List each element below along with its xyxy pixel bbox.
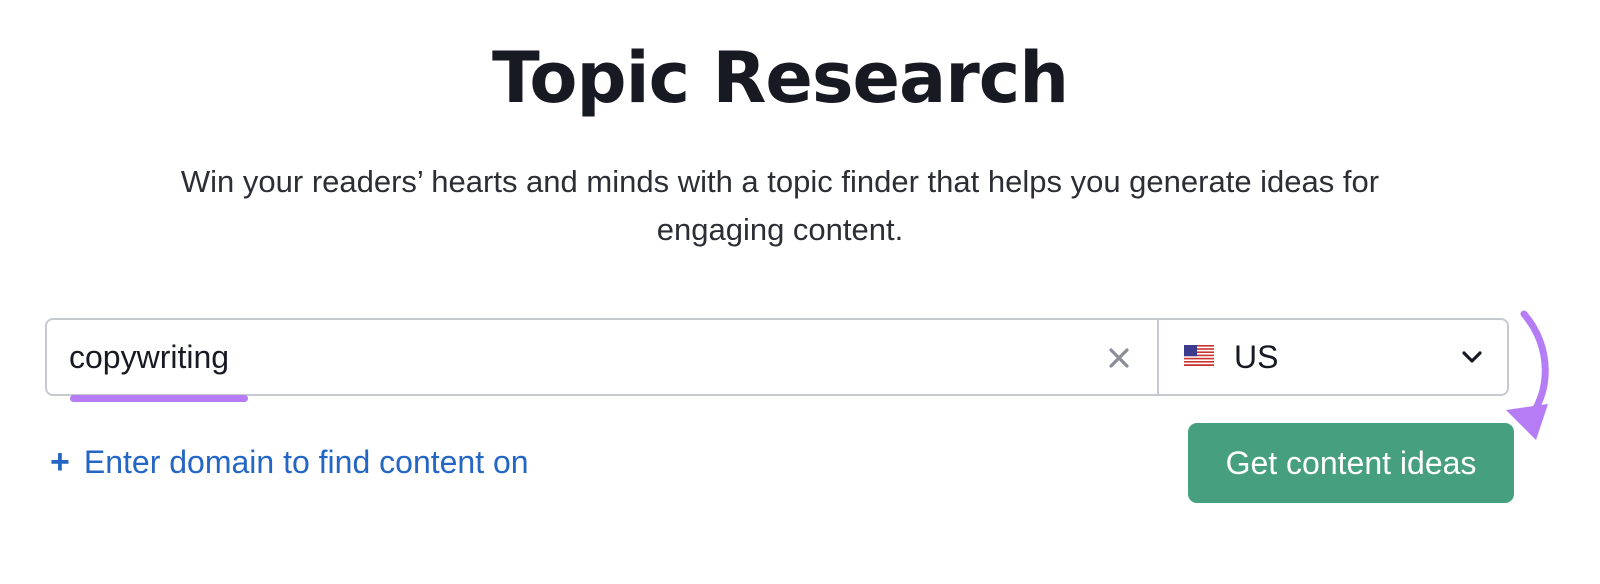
search-bar: copywriting US (45, 318, 1509, 402)
close-icon (1109, 348, 1129, 368)
page-title: Topic Research (491, 37, 1069, 119)
clear-button[interactable] (1103, 342, 1135, 374)
keyword-highlight-underline (70, 395, 248, 402)
country-selected-label: US (1234, 339, 1279, 375)
us-flag-icon (1184, 345, 1214, 366)
country-select[interactable]: US (1159, 320, 1507, 394)
get-content-ideas-label: Get content ideas (1225, 444, 1477, 481)
page-subtitle: Win your readers’ hearts and minds with … (180, 164, 1380, 247)
topic-research-page: Topic Research Win your readers’ hearts … (0, 0, 1600, 584)
get-content-ideas-button[interactable]: Get content ideas (1188, 423, 1514, 503)
annotation-arrow-icon (1506, 310, 1549, 440)
plus-icon: + (50, 443, 70, 481)
keyword-input[interactable]: copywriting (69, 338, 229, 376)
chevron-down-icon (1462, 351, 1482, 363)
enter-domain-link[interactable]: + Enter domain to find content on (50, 440, 529, 484)
enter-domain-label: Enter domain to find content on (83, 444, 529, 480)
